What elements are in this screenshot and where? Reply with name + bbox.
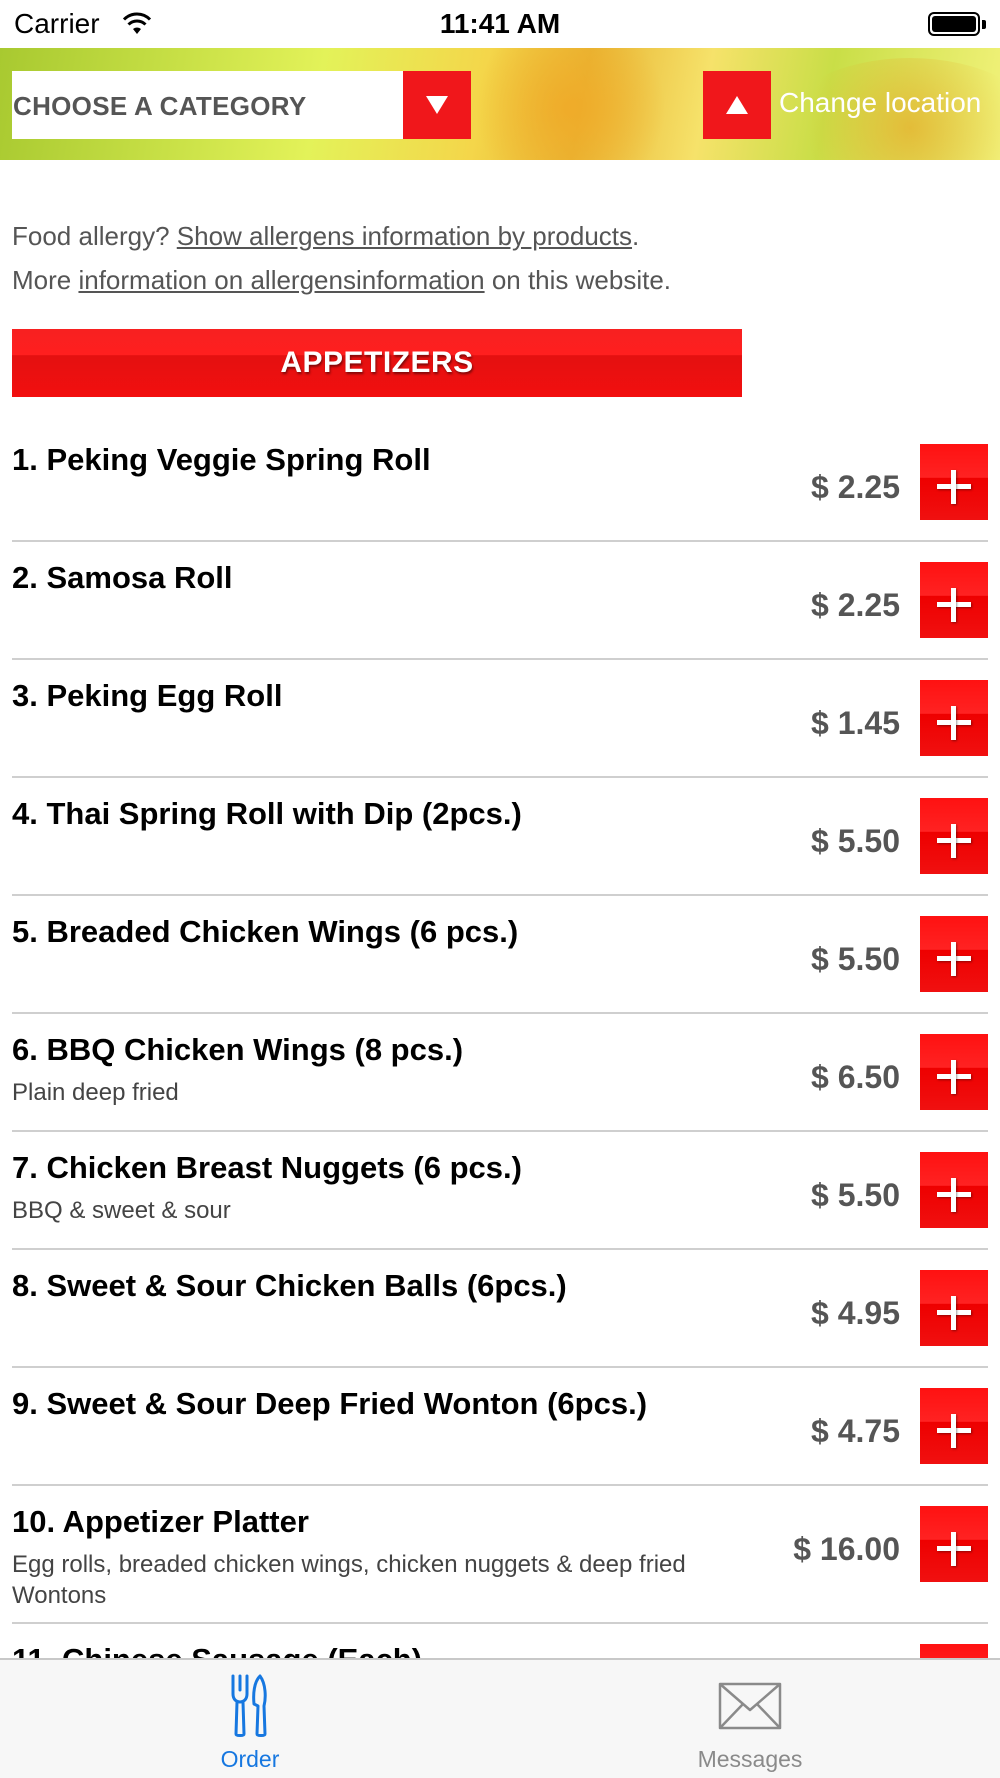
status-bar: Carrier 11:41 AM: [0, 0, 1000, 48]
plus-icon: [937, 1060, 971, 1094]
add-to-order-button[interactable]: [920, 1270, 988, 1346]
menu-item-name: 4. Thai Spring Roll with Dip (2pcs.): [12, 796, 522, 831]
add-to-order-button[interactable]: [920, 798, 988, 874]
triangle-up-icon: [726, 96, 748, 114]
tab-order-label: Order: [220, 1746, 280, 1772]
allergy-line-2: More information on allergensinformation…: [12, 258, 671, 302]
plus-icon: [937, 1296, 971, 1330]
plus-icon: [937, 1178, 971, 1212]
menu-item-price: $ 2.25: [811, 469, 900, 505]
status-time: 11:41 AM: [439, 8, 561, 39]
category-dropdown-button[interactable]: [403, 71, 471, 139]
plus-icon: [937, 470, 971, 504]
menu-item-name: 3. Peking Egg Roll: [12, 678, 283, 713]
add-to-order-button[interactable]: [920, 1388, 988, 1464]
add-to-order-button[interactable]: [920, 916, 988, 992]
plus-icon: [937, 1532, 971, 1566]
menu-item-name: 8. Sweet & Sour Chicken Balls (6pcs.): [12, 1268, 567, 1303]
add-to-order-button[interactable]: [920, 562, 988, 638]
menu-item: 5. Breaded Chicken Wings (6 pcs.) $ 5.50: [12, 896, 988, 1014]
menu-item-price: $ 6.50: [811, 1059, 900, 1095]
battery-icon: [928, 12, 986, 38]
allergy-period: .: [632, 221, 640, 251]
menu-item-price: $ 16.00: [793, 1531, 900, 1567]
menu-item: 3. Peking Egg Roll $ 1.45: [12, 660, 988, 778]
plus-icon: [937, 1414, 971, 1448]
menu-item-price: $ 2.25: [811, 587, 900, 623]
menu-item-price: $ 5.50: [811, 823, 900, 859]
allergy-prefix-2: More: [12, 265, 79, 295]
allergy-line-1: Food allergy? Show allergens information…: [12, 214, 671, 258]
category-select-label: CHOOSE A CATEGORY: [13, 91, 307, 121]
add-to-order-button[interactable]: [920, 1506, 988, 1582]
allergens-by-products-link[interactable]: Show allergens information by products: [177, 221, 632, 251]
fork-knife-icon: [231, 1674, 267, 1737]
tab-order[interactable]: Order: [0, 1660, 500, 1778]
menu-item-name: 2. Samosa Roll: [12, 560, 233, 595]
category-title-banner: APPETIZERS: [12, 329, 742, 397]
category-title: APPETIZERS: [280, 346, 474, 379]
menu-item-name: 1. Peking Veggie Spring Roll: [12, 442, 431, 477]
tab-bar: Order Messages: [0, 1658, 1000, 1778]
tab-messages-label: Messages: [697, 1746, 803, 1772]
plus-icon: [937, 588, 971, 622]
menu-item-name: 5. Breaded Chicken Wings (6 pcs.): [12, 914, 519, 949]
add-to-order-button[interactable]: [920, 444, 988, 520]
menu-item-price: $ 4.75: [811, 1413, 900, 1449]
menu-item: 4. Thai Spring Roll with Dip (2pcs.) $ 5.…: [12, 778, 988, 896]
tab-messages[interactable]: Messages: [500, 1660, 1000, 1778]
menu-item-name: 6. BBQ Chicken Wings (8 pcs.): [12, 1032, 464, 1067]
menu-item-price: $ 4.95: [811, 1295, 900, 1331]
allergy-info: Food allergy? Show allergens information…: [12, 214, 671, 302]
category-select[interactable]: CHOOSE A CATEGORY: [12, 71, 404, 139]
allergy-suffix: on this website.: [484, 265, 672, 295]
allergy-prefix: Food allergy?: [12, 221, 177, 251]
menu-item: 9. Sweet & Sour Deep Fried Wonton (6pcs.…: [12, 1368, 988, 1486]
change-location-button[interactable]: [703, 71, 771, 139]
header-banner: CHOOSE A CATEGORY Change location: [0, 48, 1000, 160]
menu-item: 10. Appetizer Platter Egg rolls, breaded …: [12, 1486, 988, 1624]
add-to-order-button[interactable]: [920, 1152, 988, 1228]
plus-icon: [937, 942, 971, 976]
menu-item: 1. Peking Veggie Spring Roll $ 2.25: [12, 424, 988, 542]
menu-item: 8. Sweet & Sour Chicken Balls (6pcs.) $ 4…: [12, 1250, 988, 1368]
add-to-order-button[interactable]: [920, 680, 988, 756]
menu-item-name: 9. Sweet & Sour Deep Fried Wonton (6pcs.…: [12, 1386, 648, 1421]
menu-item-description: Egg rolls, breaded chicken wings, chicke…: [12, 1551, 686, 1609]
menu-item-description: BBQ & sweet & sour: [12, 1197, 231, 1224]
menu-item: 7. Chicken Breast Nuggets (6 pcs.) BBQ & …: [12, 1132, 988, 1250]
add-to-order-button[interactable]: [920, 1034, 988, 1110]
menu-item: 2. Samosa Roll $ 2.25: [12, 542, 988, 660]
menu-item-name: 10. Appetizer Platter: [12, 1504, 309, 1539]
menu-item-price: $ 5.50: [811, 1177, 900, 1213]
allergens-info-link[interactable]: information on allergensinformation: [78, 265, 484, 295]
triangle-down-icon: [426, 96, 448, 114]
plus-icon: [937, 824, 971, 858]
menu-item-price: $ 1.45: [811, 705, 900, 741]
menu-item-description: Plain deep fried: [12, 1079, 179, 1106]
change-location-link[interactable]: Change location: [779, 87, 981, 119]
menu-item-name: 7. Chicken Breast Nuggets (6 pcs.): [12, 1150, 522, 1185]
plus-icon: [937, 706, 971, 740]
menu-item-price: $ 5.50: [811, 941, 900, 977]
menu-item: 6. BBQ Chicken Wings (8 pcs.) Plain deep …: [12, 1014, 988, 1132]
envelope-icon: [718, 1682, 782, 1730]
